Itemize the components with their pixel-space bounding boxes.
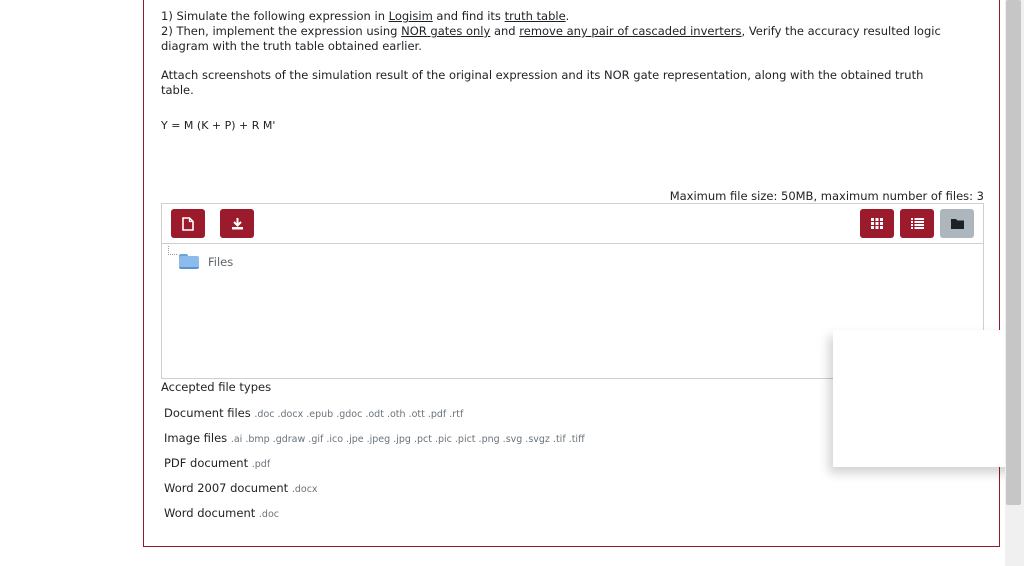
folder-icon[interactable] [179, 254, 199, 269]
file-type-ext: .ai .bmp .gdraw .gif .ico .jpe .jpeg .jp… [230, 434, 585, 445]
download-button[interactable] [220, 209, 254, 238]
tree-connector [168, 246, 177, 255]
formula: Y = M (K + P) + R M' [161, 119, 276, 132]
text: . [565, 9, 570, 23]
scrollbar-thumb[interactable] [1006, 0, 1021, 505]
popup-overlay [833, 330, 1024, 467]
file-type-ext: .docx [291, 484, 318, 495]
nor-gates-text: NOR gates only [401, 24, 491, 38]
file-type-item: Word 2007 document .docx [164, 481, 318, 495]
attach-instruction-2: table. [161, 83, 194, 97]
list-icon [910, 218, 924, 229]
remove-inverters-text: remove any pair of cascaded inverters [519, 24, 742, 38]
file-icon [182, 216, 194, 231]
file-type-item: PDF document .pdf [164, 456, 270, 470]
file-type-name: Document files [164, 406, 251, 420]
text: 2) Then, implement the expression using [161, 24, 402, 38]
grid-icon [871, 218, 883, 229]
grid-view-button[interactable] [860, 209, 894, 238]
text: and [490, 24, 520, 38]
max-file-size-text: Maximum file size: 50MB, maximum number … [669, 189, 984, 203]
question-line-3: diagram with the truth table obtained ea… [161, 39, 422, 53]
download-icon [231, 218, 243, 230]
file-type-name: Image files [164, 431, 228, 445]
file-type-item: Word document .doc [164, 506, 279, 520]
accepted-file-types-title: Accepted file types [161, 380, 272, 394]
question-line-2: 2) Then, implement the expression using … [161, 24, 941, 39]
file-manager-toolbar [162, 204, 983, 244]
logisim-text: Logisim [388, 9, 433, 23]
file-type-ext: .doc [258, 509, 279, 520]
file-type-ext: .pdf [251, 459, 271, 470]
text: , Verify the accuracy resulted logic [741, 24, 941, 38]
truth-table-text: truth table [504, 9, 566, 23]
file-type-item: Image files .ai .bmp .gdraw .gif .ico .j… [164, 431, 585, 445]
files-folder-label[interactable]: Files [208, 255, 233, 269]
file-type-name: PDF document [164, 456, 249, 470]
file-type-name: Word 2007 document [164, 481, 289, 495]
file-type-ext: .doc .docx .epub .gdoc .odt .oth .ott .p… [254, 409, 464, 420]
list-view-button[interactable] [900, 209, 934, 238]
attach-instruction-1: Attach screenshots of the simulation res… [161, 68, 924, 82]
file-type-name: Word document [164, 506, 256, 520]
text: and find its [432, 9, 505, 23]
folder-icon [950, 219, 964, 229]
text: 1) Simulate the following expression in [161, 9, 389, 23]
file-type-item: Document files .doc .docx .epub .gdoc .o… [164, 406, 463, 420]
tree-view-button[interactable] [940, 209, 974, 238]
add-file-button[interactable] [171, 209, 205, 238]
question-line-1: 1) Simulate the following expression in … [161, 9, 569, 24]
